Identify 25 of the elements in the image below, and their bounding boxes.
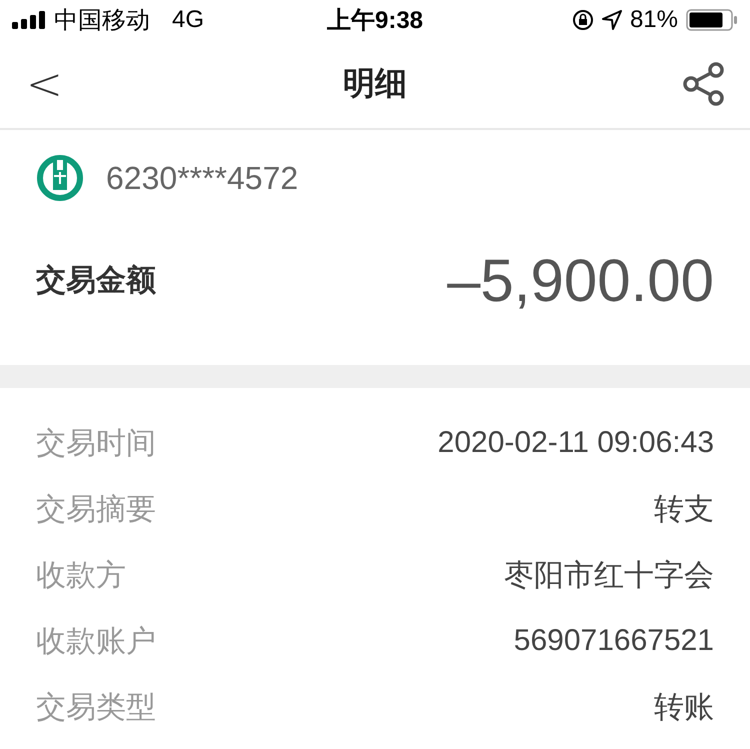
detail-label: 交易类型 [36, 690, 156, 726]
carrier-name: 中国移动 [54, 6, 150, 36]
detail-value: 2020-02-11 09:06:43 [438, 426, 714, 460]
card-number: 6230****4572 [106, 160, 298, 196]
network-type: 4G [172, 6, 204, 34]
detail-label: 交易时间 [36, 426, 156, 462]
amount-label: 交易金额 [36, 263, 156, 299]
page-title: 明细 [343, 64, 407, 103]
back-button[interactable]: < [26, 58, 63, 110]
detail-value: 转支 [654, 492, 714, 528]
battery-percent: 81% [630, 6, 678, 34]
battery-icon [686, 9, 738, 31]
detail-label: 收款方 [36, 558, 126, 594]
share-icon[interactable] [682, 62, 726, 106]
detail-label: 收款账户 [36, 624, 156, 660]
location-arrow-icon [602, 10, 622, 30]
detail-value: 转账 [654, 690, 714, 726]
bank-logo-icon [36, 154, 84, 202]
status-time: 上午9:38 [326, 6, 424, 36]
amount-value: –5,900.00 [447, 246, 714, 315]
detail-value: 569071667521 [514, 624, 714, 658]
detail-label: 交易摘要 [36, 492, 156, 528]
detail-value: 枣阳市红十字会 [504, 558, 714, 594]
rotation-lock-icon [572, 9, 594, 31]
signal-icon [12, 11, 46, 29]
